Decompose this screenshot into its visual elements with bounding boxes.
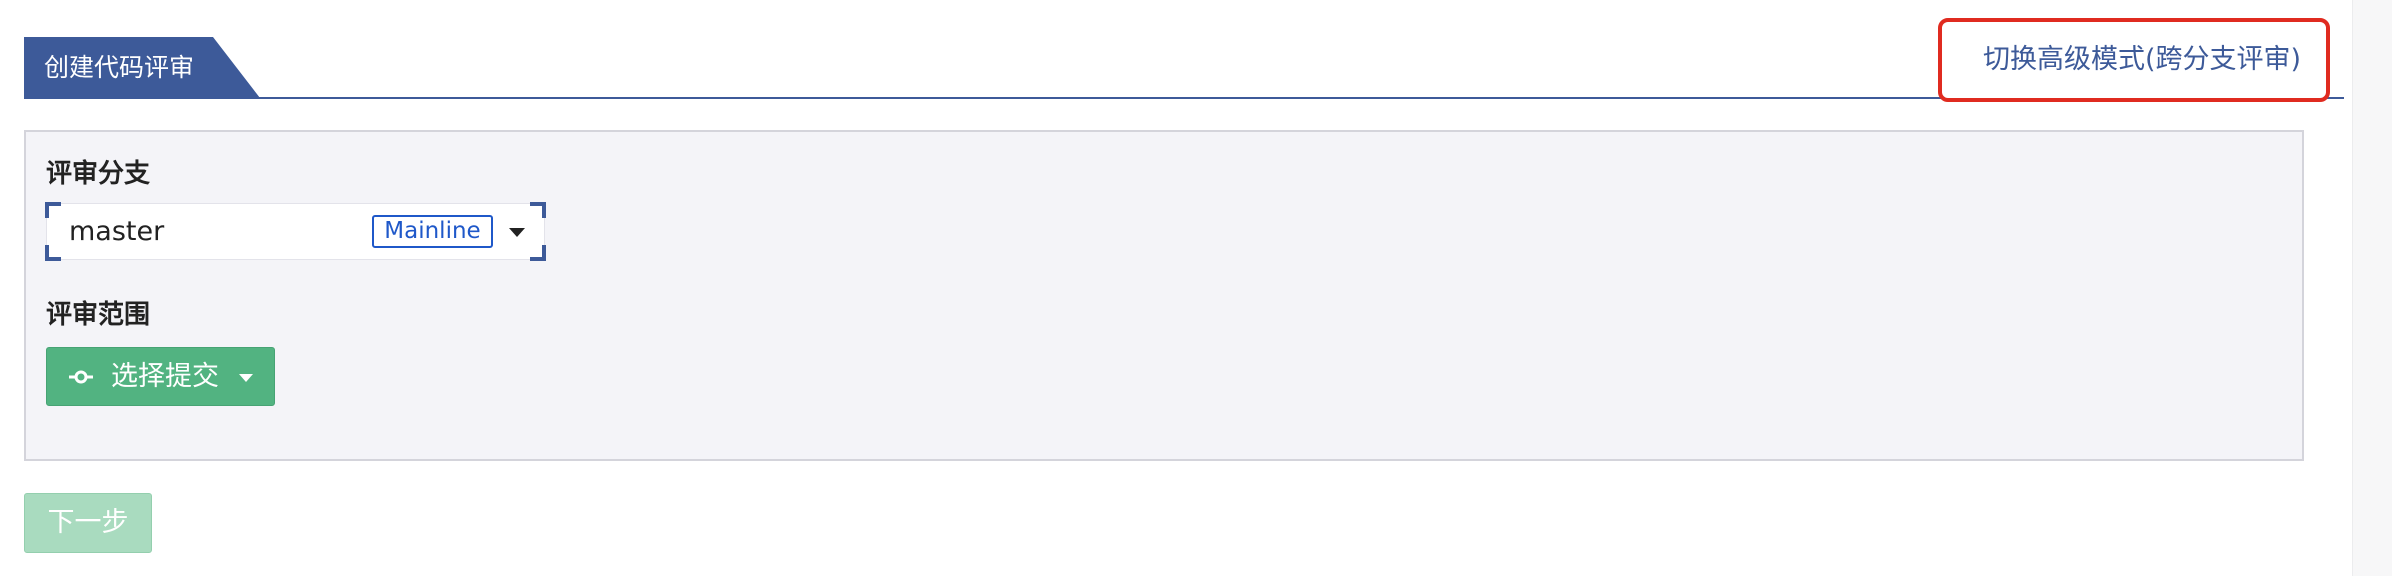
caret-down-icon: [239, 374, 253, 382]
focus-corner: [45, 202, 61, 218]
focus-corner: [530, 202, 546, 218]
caret-down-icon[interactable]: [509, 228, 525, 237]
select-commit-label: 选择提交: [111, 361, 219, 392]
scrollbar-track[interactable]: [2352, 0, 2392, 576]
next-step-button[interactable]: 下一步: [24, 493, 152, 553]
select-commit-button[interactable]: 选择提交: [46, 347, 275, 406]
advanced-mode-link[interactable]: 切换高级模式(跨分支评审): [1983, 22, 2301, 98]
page-title: 创建代码评审: [44, 53, 195, 82]
branch-label: 评审分支: [46, 159, 151, 189]
focus-corner: [530, 245, 546, 261]
scope-label: 评审范围: [46, 300, 151, 330]
advanced-mode-link-highlight[interactable]: 切换高级模式(跨分支评审): [1938, 18, 2330, 102]
commit-icon: [69, 370, 93, 384]
branch-value: master: [69, 216, 165, 247]
branch-select[interactable]: master Mainline: [45, 202, 546, 261]
review-form-panel: [24, 130, 2304, 461]
focus-corner: [45, 245, 61, 261]
mainline-badge: Mainline: [372, 215, 493, 248]
